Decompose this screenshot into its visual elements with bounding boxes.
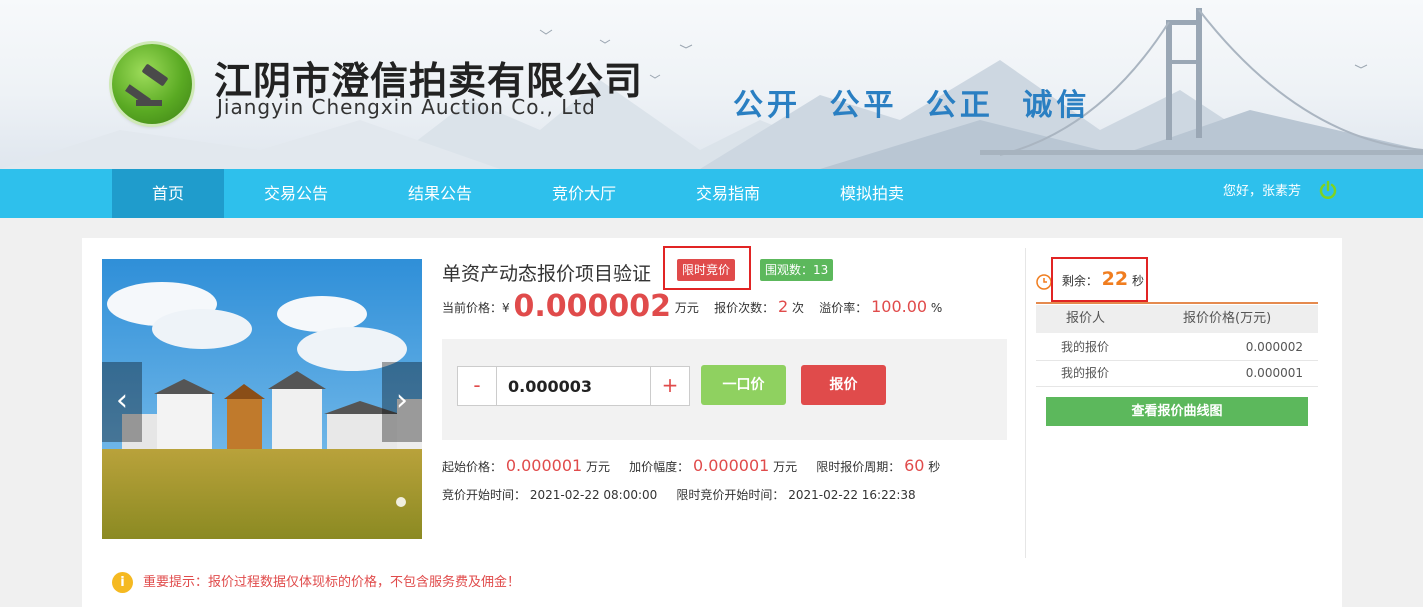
gavel-icon — [125, 64, 168, 106]
fixed-price-button[interactable]: 一口价 — [701, 365, 786, 405]
important-notice: i 重要提示：报价过程数据仅体现标的价格，不包含服务费及佣金！ — [112, 571, 520, 593]
clock-icon — [1036, 273, 1052, 290]
bid-count-unit: 次 — [791, 301, 804, 315]
period: 60 — [904, 456, 925, 475]
company-name-en: Jiangyin Chengxin Auction Co., Ltd — [217, 95, 596, 119]
start-price-unit: 万元 — [586, 460, 611, 474]
bid-amount-input[interactable] — [497, 366, 650, 406]
nav-item-trade-notice[interactable]: 交易公告 — [224, 169, 368, 218]
view-bid-curve-button[interactable]: 查看报价曲线图 — [1046, 397, 1308, 426]
slogan: 公开 公平 公正 诚信 — [733, 88, 1091, 123]
nav-item-trade-guide[interactable]: 交易指南 — [656, 169, 800, 218]
details-row-2: 竞价开始时间： 2021-02-22 08:00:00 限时竞价开始时间： 20… — [442, 486, 916, 503]
table-row: 我的报价 0.000002 — [1036, 334, 1318, 361]
limited-start-label: 限时竞价开始时间： — [676, 488, 785, 502]
header-banner: 江阴市澄信拍卖有限公司 Jiangyin Chengxin Auction Co… — [0, 0, 1423, 169]
nav-item-bidding-hall[interactable]: 竞价大厅 — [512, 169, 656, 218]
main-nav: 首页 交易公告 结果公告 竞价大厅 交易指南 模拟拍卖 您好，张素芳 — [0, 169, 1423, 218]
limited-bidding-badge: 限时竞价 — [677, 259, 736, 281]
bid-count-label: 报价次数： — [714, 301, 775, 315]
bid-count: 2 — [777, 297, 789, 316]
item-photo — [102, 259, 422, 539]
details-row-1: 起始价格： 0.000001 万元 加价幅度： 0.000001 万元 限时报价… — [442, 456, 940, 475]
premium-unit: % — [930, 301, 943, 315]
table-row: 我的报价 0.000001 — [1036, 360, 1318, 387]
info-icon: i — [112, 572, 133, 593]
increment: 0.000001 — [692, 456, 770, 475]
carousel-prev-button[interactable]: ‹ — [102, 362, 142, 442]
sidebar-divider — [1025, 248, 1026, 558]
increase-button[interactable]: + — [650, 366, 690, 406]
nav-item-result-notice[interactable]: 结果公告 — [368, 169, 512, 218]
header-bidder: 报价人 — [1066, 311, 1106, 326]
price-unit: 万元 — [674, 301, 699, 315]
highlight-box-timer — [1051, 257, 1148, 302]
item-image-carousel[interactable] — [102, 259, 422, 539]
start-time-label: 竞价开始时间： — [442, 488, 527, 502]
start-time: 2021-02-22 08:00:00 — [529, 488, 658, 502]
premium-rate: 100.00 — [871, 297, 928, 316]
decrease-button[interactable]: - — [457, 366, 497, 406]
row-price: 0.000001 — [1245, 366, 1303, 380]
user-greeting: 您好，张素芳 — [1223, 184, 1302, 199]
item-title: 单资产动态报价项目验证 — [442, 263, 652, 285]
power-icon[interactable] — [1318, 180, 1338, 200]
increment-label: 加价幅度： — [629, 460, 690, 474]
notice-text: 重要提示：报价过程数据仅体现标的价格，不包含服务费及佣金！ — [143, 575, 521, 590]
bid-history-header: 报价人 报价价格(万元) — [1036, 305, 1318, 333]
nav-item-home[interactable]: 首页 — [112, 169, 224, 218]
premium-label: 溢价率： — [819, 301, 868, 315]
bid-button[interactable]: 报价 — [801, 365, 886, 405]
period-unit: 秒 — [928, 460, 941, 474]
period-label: 限时报价周期： — [816, 460, 901, 474]
current-price-label: 当前价格：¥ — [442, 301, 510, 315]
start-price: 0.000001 — [505, 456, 583, 475]
carousel-dot[interactable] — [396, 497, 406, 507]
start-price-label: 起始价格： — [442, 460, 503, 474]
carousel-next-button[interactable]: › — [382, 362, 422, 442]
timer-underline — [1036, 302, 1318, 304]
company-logo — [112, 44, 192, 124]
nav-item-mock-auction[interactable]: 模拟拍卖 — [800, 169, 944, 218]
increment-unit: 万元 — [773, 460, 798, 474]
row-bidder: 我的报价 — [1061, 366, 1110, 380]
row-price: 0.000002 — [1245, 340, 1303, 354]
current-price: 0.000002 — [513, 289, 671, 324]
header-price: 报价价格(万元) — [1183, 311, 1272, 326]
price-row: 当前价格：¥ 0.000002 万元 报价次数： 2 次 溢价率： 100.00… — [442, 289, 942, 324]
row-bidder: 我的报价 — [1061, 340, 1110, 354]
limited-start-time: 2021-02-22 16:22:38 — [788, 488, 916, 502]
view-count-badge: 围观数：13 — [760, 259, 834, 281]
